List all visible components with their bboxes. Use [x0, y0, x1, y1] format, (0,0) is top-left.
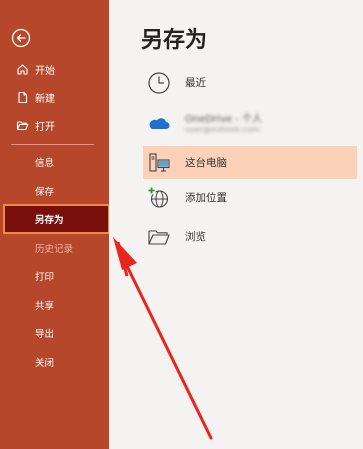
location-label: 这台电脑 [185, 157, 227, 169]
onedrive-cloud-icon [147, 112, 171, 136]
sidebar-divider [11, 144, 94, 145]
sidebar-item-label: 开始 [35, 65, 55, 77]
folder-icon [147, 225, 171, 249]
backstage-sidebar: 开始 新建 打开 信息 保存 另存为 历史记录 打印 共享 导出 关闭 [0, 0, 110, 449]
sidebar-item-export[interactable]: 导出 [0, 319, 109, 348]
clock-icon [147, 71, 171, 95]
home-icon [16, 63, 29, 76]
location-recent[interactable]: 最近 [143, 66, 357, 99]
page-title: 另存为 [141, 28, 208, 53]
location-account-email: user@outlook.com [185, 124, 260, 134]
location-label: 添加位置 [185, 192, 227, 204]
sidebar-item-print[interactable]: 打印 [0, 262, 109, 291]
location-label: 最近 [185, 77, 206, 89]
open-folder-icon [16, 119, 29, 132]
sidebar-item-history[interactable]: 历史记录 [0, 234, 109, 263]
location-label: OneDrive - 个人 [185, 113, 262, 125]
sidebar-item-close[interactable]: 关闭 [0, 348, 109, 377]
onedrive-account: OneDrive - 个人 user@outlook.com [185, 114, 262, 134]
sidebar-item-save-as[interactable]: 另存为 [0, 205, 109, 234]
save-location-list: 最近 OneDrive - 个人 user@outlook.com 这台电脑 添… [143, 66, 357, 253]
sidebar-top-nav: 开始 新建 打开 [0, 55, 109, 139]
sidebar-item-open[interactable]: 打开 [0, 111, 109, 139]
sidebar-item-info[interactable]: 信息 [0, 148, 109, 177]
location-this-pc[interactable]: 这台电脑 [143, 146, 357, 179]
backstage-window: 开始 新建 打开 信息 保存 另存为 历史记录 打印 共享 导出 关闭 另存为 … [0, 0, 363, 449]
this-pc-icon [147, 151, 171, 175]
location-label: 浏览 [185, 231, 206, 243]
location-browse[interactable]: 浏览 [143, 220, 357, 253]
new-document-icon [16, 91, 29, 104]
sidebar-item-label: 新建 [35, 93, 55, 105]
location-onedrive[interactable]: OneDrive - 个人 user@outlook.com [143, 107, 357, 140]
back-button[interactable] [11, 28, 31, 48]
sidebar-item-home[interactable]: 开始 [0, 55, 109, 83]
sidebar-item-save[interactable]: 保存 [0, 177, 109, 206]
add-globe-icon [147, 186, 171, 210]
sidebar-item-share[interactable]: 共享 [0, 291, 109, 320]
save-as-panel: 另存为 最近 OneDrive - 个人 user@outlook.com 这台… [109, 0, 363, 449]
sidebar-item-label: 打开 [35, 121, 55, 133]
sidebar-item-new[interactable]: 新建 [0, 83, 109, 111]
location-add-place[interactable]: 添加位置 [143, 181, 357, 214]
back-arrow-circle-icon [11, 28, 31, 48]
sidebar-sub-nav: 信息 保存 另存为 历史记录 打印 共享 导出 关闭 [0, 148, 109, 376]
